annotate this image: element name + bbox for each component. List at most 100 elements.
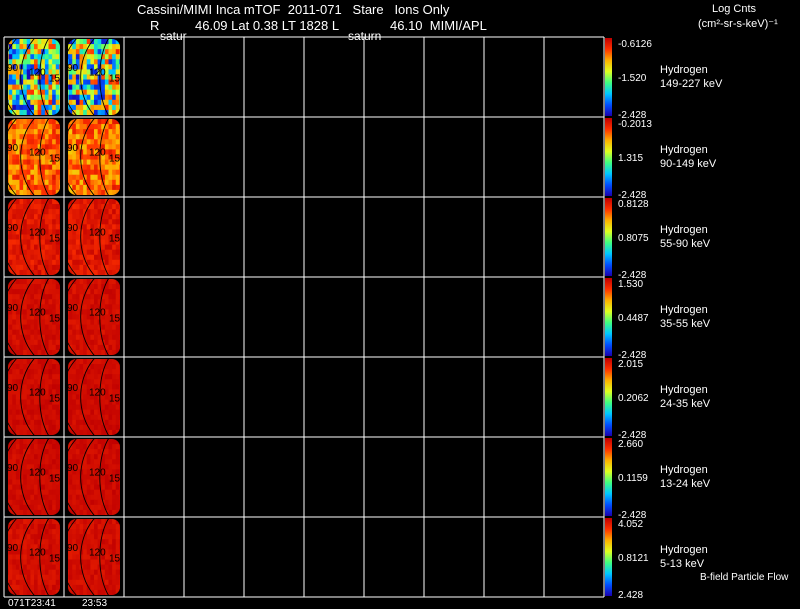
flux-pixel <box>48 454 53 460</box>
flux-pixel <box>108 369 113 375</box>
flux-pixel <box>34 239 39 245</box>
flux-pixel <box>26 239 31 245</box>
flux-pixel <box>37 519 42 525</box>
flux-pixel <box>115 379 120 385</box>
flux-pixel <box>8 319 13 325</box>
flux-pixel <box>104 219 109 225</box>
flux-pixel <box>48 184 53 191</box>
flux-pixel <box>86 564 91 571</box>
flux-pixel <box>41 404 46 411</box>
flux-pixel <box>108 424 113 431</box>
flux-pixel <box>112 299 117 305</box>
colorbar-min-label: 2.428 <box>618 590 643 601</box>
flux-pixel <box>75 534 80 540</box>
flux-pixel <box>79 69 84 75</box>
flux-pixel <box>97 84 102 91</box>
flux-pixel <box>75 504 80 511</box>
flux-pixel <box>108 224 113 230</box>
flux-pixel <box>41 89 46 96</box>
flux-pixel <box>75 419 80 426</box>
flux-pixel <box>55 589 60 595</box>
flux-pixel <box>59 574 60 581</box>
flux-pixel <box>104 454 109 460</box>
flux-pixel <box>8 439 10 445</box>
flux-pixel <box>8 249 10 256</box>
flux-pixel <box>83 424 88 431</box>
flux-pixel <box>12 169 17 176</box>
flux-pixel <box>94 344 99 351</box>
flux-pixel <box>34 364 39 370</box>
flux-pixel <box>52 174 57 181</box>
flux-pixel <box>83 384 88 390</box>
flux-pixel <box>115 464 120 470</box>
flux-pixel <box>72 44 77 50</box>
flux-pixel <box>15 44 20 50</box>
flux-pixel <box>75 334 80 341</box>
flux-pixel <box>68 339 73 346</box>
flux-pixel <box>12 564 17 571</box>
flux-pixel <box>48 284 53 290</box>
flux-pixel <box>41 199 46 205</box>
flux-pixel <box>48 84 53 91</box>
flux-pixel <box>23 549 28 555</box>
flux-pixel <box>68 559 73 565</box>
flux-pixel <box>48 344 53 351</box>
flux-pixel <box>97 369 102 375</box>
flux-pixel <box>19 549 24 555</box>
contour-label: 120 <box>89 67 106 78</box>
flux-pixel <box>48 414 53 421</box>
flux-pixel <box>19 199 24 205</box>
flux-pixel <box>8 214 10 220</box>
flux-pixel <box>72 99 77 106</box>
flux-pixel <box>104 379 109 385</box>
flux-pixel <box>37 109 42 115</box>
flux-pixel <box>8 44 10 50</box>
flux-pixel <box>115 574 120 581</box>
flux-pixel <box>15 319 20 325</box>
flux-pixel <box>44 564 49 571</box>
flux-pixel <box>90 294 95 300</box>
flux-pixel <box>23 544 28 550</box>
flux-pixel <box>115 259 120 266</box>
flux-pixel <box>86 539 91 545</box>
flux-pixel <box>55 324 60 331</box>
flux-pixel <box>83 69 88 75</box>
flux-pixel <box>12 314 17 320</box>
flux-pixel <box>55 84 60 91</box>
flux-pixel <box>23 444 28 450</box>
colorbar-max-label: 2.015 <box>618 359 643 370</box>
flux-pixel <box>115 289 120 295</box>
flux-pixel <box>86 244 91 251</box>
flux-pixel <box>15 479 20 485</box>
flux-pixel <box>101 109 106 115</box>
flux-pixel <box>68 199 70 205</box>
flux-pixel <box>12 244 17 251</box>
flux-pixel <box>83 324 88 331</box>
flux-pixel <box>55 284 60 290</box>
flux-pixel <box>90 164 95 171</box>
flux-pixel <box>41 479 46 485</box>
flux-pixel <box>37 579 42 586</box>
flux-pixel <box>26 214 31 220</box>
flux-pixel <box>30 104 35 111</box>
flux-pixel <box>15 554 20 560</box>
flux-pixel <box>12 74 17 80</box>
flux-pixel <box>115 89 120 96</box>
flux-pixel <box>94 204 99 210</box>
flux-pixel <box>15 454 20 460</box>
flux-pixel <box>68 414 73 421</box>
flux-pixel <box>97 324 102 331</box>
channel-energy-label: 149-227 keV <box>660 78 723 90</box>
flux-pixel <box>44 129 49 135</box>
flux-pixel <box>8 104 10 111</box>
flux-pixel <box>59 204 60 210</box>
flux-pixel <box>68 169 70 176</box>
flux-pixel <box>15 159 20 165</box>
flux-pixel <box>97 209 102 215</box>
flux-pixel <box>15 329 20 336</box>
flux-pixel <box>19 474 24 480</box>
flux-pixel <box>23 59 28 65</box>
flux-pixel <box>19 509 24 515</box>
contour-label: 90 <box>7 303 19 314</box>
flux-pixel <box>48 169 53 176</box>
